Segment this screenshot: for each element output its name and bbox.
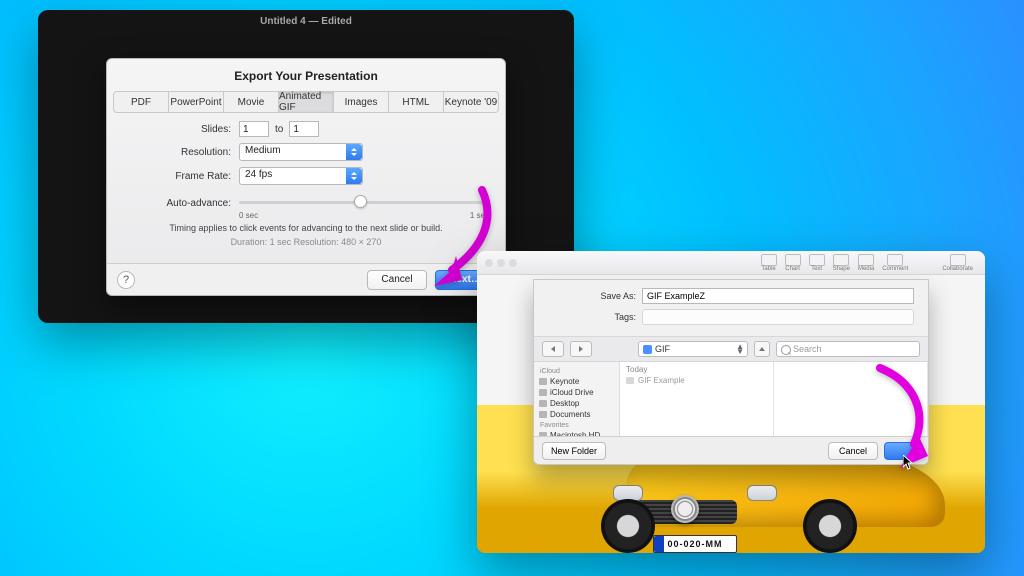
toolbar: Table Chart Text Shape Media Comment Col… (477, 251, 985, 275)
sidebar-item-iclouddrive[interactable]: iCloud Drive (534, 387, 619, 398)
timing-hint: Timing applies to click events for advan… (123, 223, 489, 233)
save-sheet-footer: New Folder Cancel (534, 436, 928, 464)
tab-keynote09[interactable]: Keynote '09 (444, 91, 499, 113)
window-title: Untitled 4 — Edited (38, 16, 574, 27)
export-format-tabs: PDF PowerPoint Movie Animated GIF Images… (107, 91, 505, 113)
column-date-header: Today (620, 365, 773, 376)
updown-icon (346, 168, 362, 184)
new-folder-button[interactable]: New Folder (542, 442, 606, 460)
updown-icon: ▲▼ (736, 344, 744, 354)
tab-animated-gif[interactable]: Animated GIF (279, 91, 334, 113)
close-icon[interactable] (485, 259, 493, 267)
save-as-input[interactable] (642, 288, 914, 304)
export-sheet: Export Your Presentation PDF PowerPoint … (106, 58, 506, 296)
keynote-save-window: Table Chart Text Shape Media Comment Col… (477, 251, 985, 553)
framerate-label: Frame Rate: (123, 171, 239, 182)
help-button[interactable]: ? (117, 271, 135, 289)
slider-thumb[interactable] (354, 195, 367, 208)
sidebar-item-documents[interactable]: Documents (534, 409, 619, 420)
tab-pdf[interactable]: PDF (113, 91, 169, 113)
toolbar-item-media[interactable]: Media (858, 254, 874, 272)
tags-label: Tags: (548, 312, 642, 322)
slider-min-label: 0 sec (239, 211, 258, 220)
cancel-button[interactable]: Cancel (828, 442, 878, 460)
minimize-icon[interactable] (497, 259, 505, 267)
export-meta: Duration: 1 sec Resolution: 480 × 270 (123, 237, 489, 247)
slides-label: Slides: (123, 124, 239, 135)
location-popup[interactable]: GIF ▲▼ (638, 341, 748, 357)
car-emblem-icon (671, 495, 699, 523)
zoom-icon[interactable] (509, 259, 517, 267)
sidebar-item-keynote[interactable]: Keynote (534, 376, 619, 387)
cancel-button[interactable]: Cancel (367, 270, 427, 290)
location-bar: GIF ▲▼ Search (534, 336, 928, 362)
updown-icon (346, 144, 362, 160)
slides-from-input[interactable] (239, 121, 269, 137)
toolbar-item-comment[interactable]: Comment (882, 254, 908, 272)
nav-back-button[interactable] (542, 341, 564, 357)
file-item[interactable]: GIF Example (620, 376, 773, 385)
tab-movie[interactable]: Movie (224, 91, 279, 113)
save-sheet: Save As: Tags: GIF ▲▼ Search (533, 279, 929, 465)
license-plate: 00-020-MM (653, 535, 737, 553)
cursor-icon (903, 455, 915, 471)
toolbar-item-chart[interactable]: Chart (785, 254, 801, 272)
sidebar-header-icloud: iCloud (534, 366, 619, 376)
autoadvance-slider[interactable]: 0 sec 1 sec (239, 191, 489, 215)
slides-to-input[interactable] (289, 121, 319, 137)
resolution-select[interactable]: Medium (239, 143, 363, 161)
sidebar-item-desktop[interactable]: Desktop (534, 398, 619, 409)
sheet-title: Export Your Presentation (107, 59, 505, 91)
toolbar-item-table[interactable]: Table (761, 254, 777, 272)
nav-up-button[interactable] (754, 341, 770, 357)
sidebar-header-favorites: Favorites (534, 420, 619, 430)
slides-to-word: to (275, 124, 283, 135)
window-controls[interactable] (485, 259, 517, 267)
save-as-label: Save As: (548, 291, 642, 301)
autoadvance-label: Auto-advance: (123, 198, 239, 209)
tab-html[interactable]: HTML (389, 91, 444, 113)
search-input[interactable]: Search (776, 341, 920, 357)
toolbar-item-collaborate[interactable]: Collaborate (942, 254, 973, 272)
export-form: Slides: to Resolution: Medium Frame Rate… (107, 113, 505, 251)
toolbar-item-text[interactable]: Text (809, 254, 825, 272)
nav-forward-button[interactable] (570, 341, 592, 357)
slider-max-label: 1 sec (470, 211, 489, 220)
resolution-label: Resolution: (123, 147, 239, 158)
framerate-select[interactable]: 24 fps (239, 167, 363, 185)
tab-powerpoint[interactable]: PowerPoint (169, 91, 224, 113)
toolbar-item-shape[interactable]: Shape (833, 254, 850, 272)
sheet-footer: ? Cancel Next… (107, 263, 505, 295)
tab-images[interactable]: Images (334, 91, 389, 113)
tags-input[interactable] (642, 309, 914, 325)
